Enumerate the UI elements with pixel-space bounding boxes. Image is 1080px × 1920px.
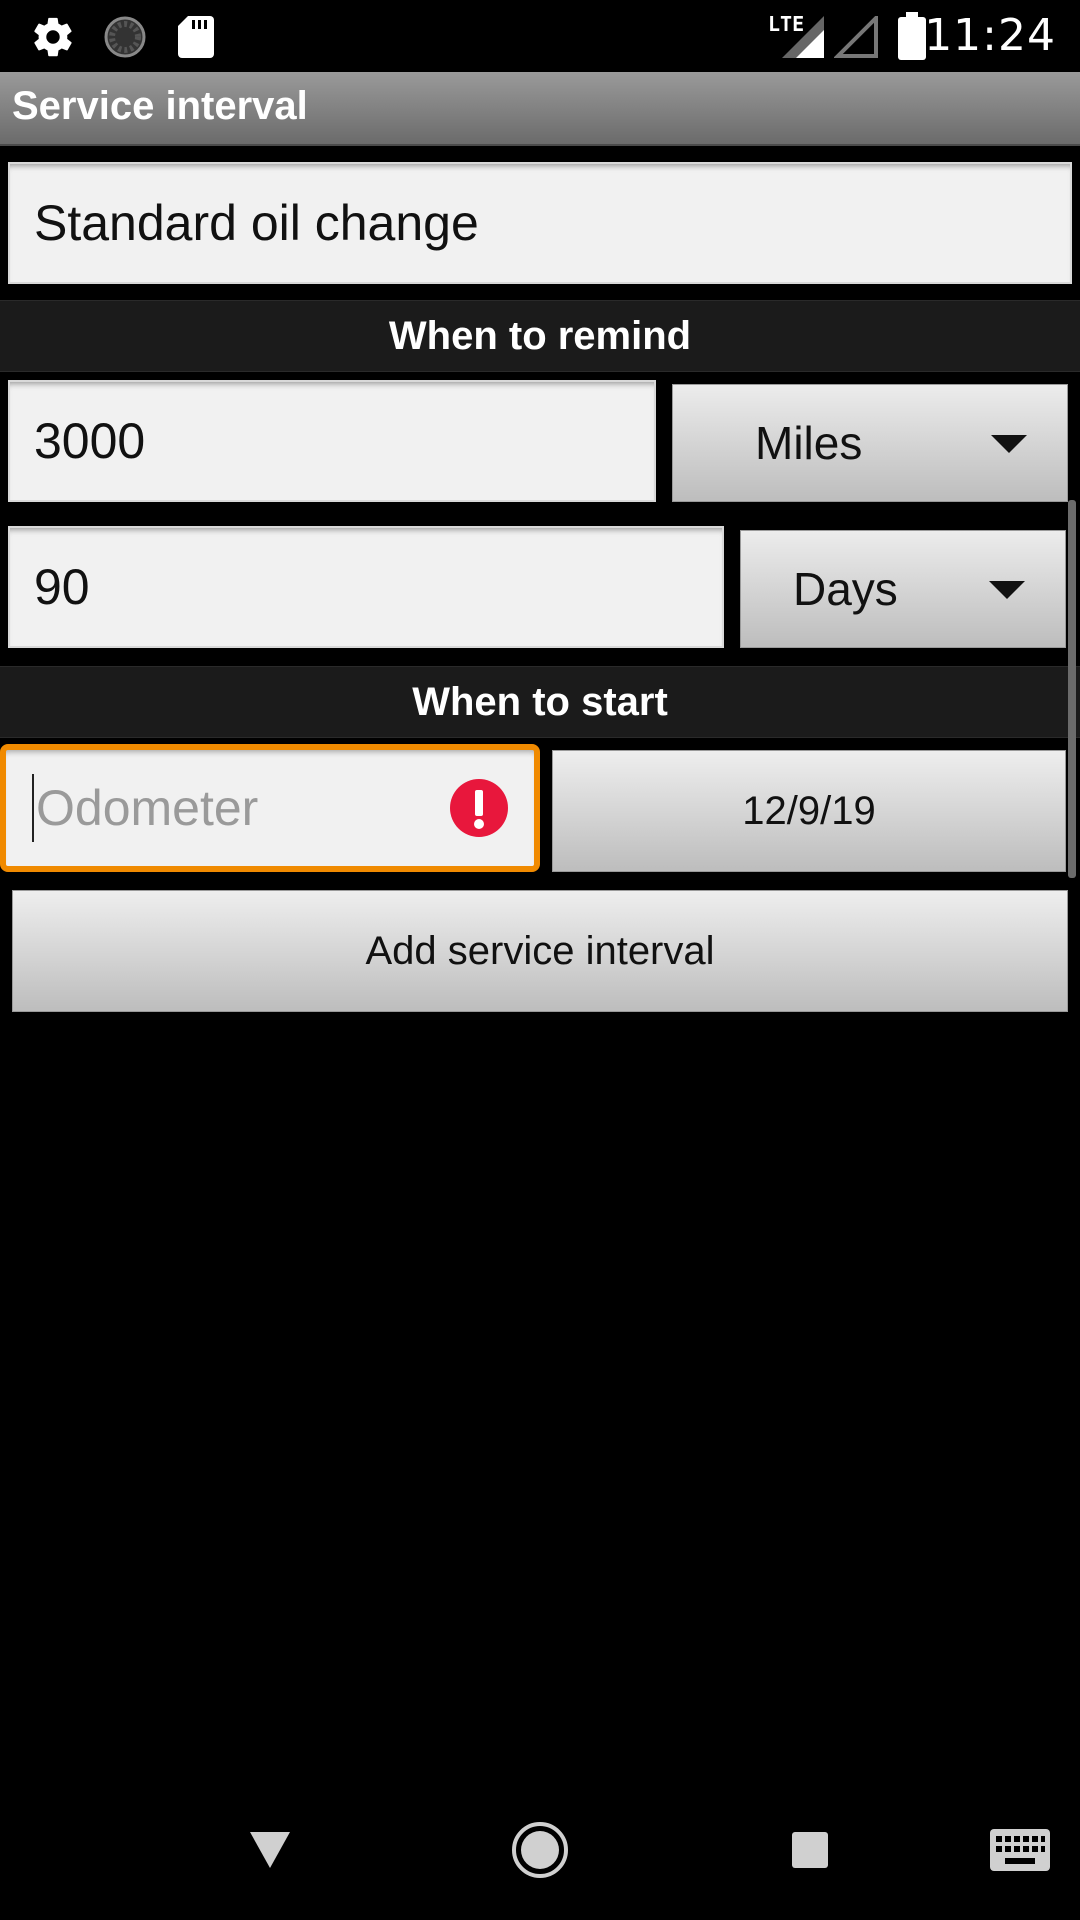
home-button[interactable] [470,1780,610,1920]
time-input[interactable]: 90 [8,526,724,648]
status-bar: LTE 11:24 [0,0,1080,72]
section-header-start: When to start [0,666,1080,738]
distance-unit-label: Miles [755,417,863,469]
time-unit-dropdown[interactable]: Days [740,530,1066,648]
odometer-input[interactable]: Odometer [0,744,540,872]
recents-icon [792,1832,828,1868]
start-date-label: 12/9/19 [742,788,876,833]
service-name-value: Standard oil change [34,195,479,251]
chevron-down-icon [991,435,1027,453]
error-icon [450,779,508,837]
add-service-interval-button[interactable]: Add service interval [12,890,1068,1012]
time-value: 90 [34,559,90,615]
section-title-start: When to start [412,679,668,724]
keyboard-button[interactable] [950,1780,1080,1920]
back-icon [250,1832,290,1868]
section-header-remind: When to remind [0,300,1080,372]
distance-input[interactable]: 3000 [8,380,656,502]
navigation-bar [0,1780,1080,1920]
chevron-down-icon [989,581,1025,599]
keyboard-icon [990,1829,1050,1871]
start-date-button[interactable]: 12/9/19 [552,750,1066,872]
page-title: Service interval [12,84,308,128]
text-cursor [32,774,34,842]
section-title-remind: When to remind [388,313,692,358]
odometer-placeholder: Odometer [36,780,259,836]
home-icon [512,1822,568,1878]
clock: 11:24 [924,10,1056,61]
back-button[interactable] [200,1780,340,1920]
recents-button[interactable] [740,1780,880,1920]
signal-icon [834,16,878,58]
distance-unit-dropdown[interactable]: Miles [672,384,1068,502]
action-bar: Service interval [0,72,1080,146]
add-service-interval-label: Add service interval [365,928,715,973]
time-unit-label: Days [793,563,898,615]
sync-icon [104,16,146,58]
lte-signal-icon [782,16,824,58]
battery-icon [898,12,926,60]
distance-value: 3000 [34,413,146,469]
service-name-field[interactable]: Standard oil change [8,162,1072,284]
sd-card-icon [178,16,214,58]
scrollbar[interactable] [1068,500,1076,878]
settings-icon [34,17,72,57]
